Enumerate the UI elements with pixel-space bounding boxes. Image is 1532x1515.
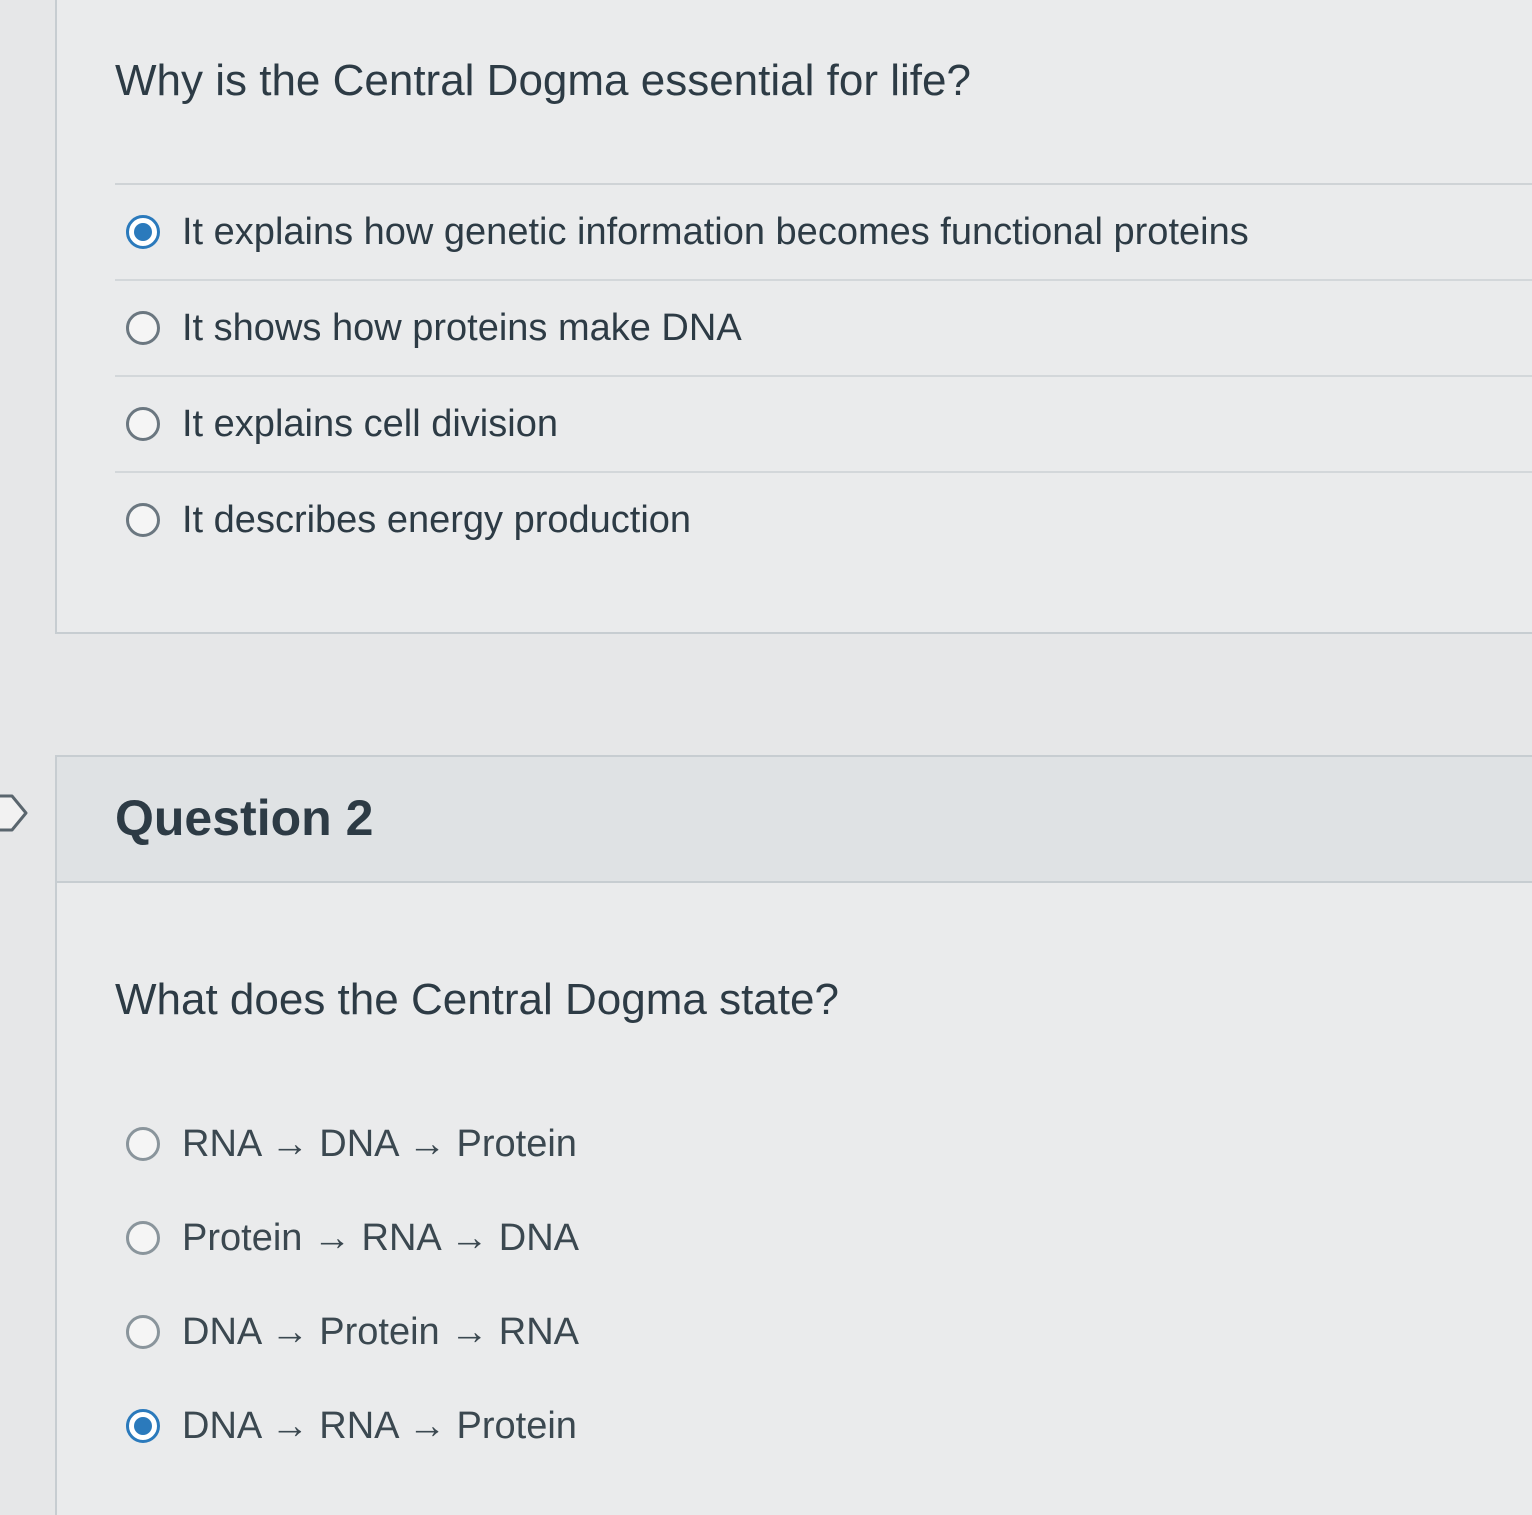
question-1-card: Why is the Central Dogma essential for l… [55, 0, 1532, 634]
answer-option[interactable]: It explains how genetic information beco… [115, 183, 1532, 279]
question-2-text: What does the Central Dogma state? [115, 975, 839, 1024]
answer-label[interactable]: It explains how genetic information beco… [182, 211, 1249, 254]
answer-label[interactable]: It shows how proteins make DNA [182, 307, 742, 350]
radio-button[interactable] [126, 503, 160, 537]
radio-button[interactable] [126, 311, 160, 345]
radio-button[interactable] [126, 1315, 160, 1349]
answer-option[interactable]: It describes energy production [115, 471, 1532, 567]
radio-button[interactable] [126, 1221, 160, 1255]
answer-option[interactable]: It shows how proteins make DNA [115, 279, 1532, 375]
question-1-text: Why is the Central Dogma essential for l… [115, 56, 971, 105]
answer-label[interactable]: It explains cell division [182, 403, 558, 446]
answer-option[interactable]: Protein → RNA → DNA [115, 1191, 1532, 1285]
radio-button-selected[interactable] [126, 1409, 160, 1443]
answer-label[interactable]: Protein → RNA → DNA [182, 1217, 579, 1260]
answer-label[interactable]: DNA → Protein → RNA [182, 1311, 579, 1354]
radio-button[interactable] [126, 1127, 160, 1161]
radio-button[interactable] [126, 407, 160, 441]
question-flag-icon[interactable] [0, 788, 36, 838]
question-2-header: Question 2 [57, 757, 1532, 883]
answer-option[interactable]: RNA → DNA → Protein [115, 1097, 1532, 1191]
question-2-card: Question 2 What does the Central Dogma s… [55, 755, 1532, 1515]
answer-label[interactable]: It describes energy production [182, 499, 691, 542]
radio-button-selected[interactable] [126, 215, 160, 249]
answer-label[interactable]: RNA → DNA → Protein [182, 1123, 577, 1166]
question-1-answers: It explains how genetic information beco… [115, 183, 1532, 567]
answer-label[interactable]: DNA → RNA → Protein [182, 1405, 577, 1448]
answer-option[interactable]: It explains cell division [115, 375, 1532, 471]
answer-option[interactable]: DNA → Protein → RNA [115, 1285, 1532, 1379]
answer-option[interactable]: DNA → RNA → Protein [115, 1379, 1532, 1473]
question-2-title: Question 2 [115, 790, 374, 846]
question-2-answers: RNA → DNA → Protein Protein → RNA → DNA … [115, 1097, 1532, 1473]
quiz-page: Why is the Central Dogma essential for l… [0, 0, 1532, 1515]
